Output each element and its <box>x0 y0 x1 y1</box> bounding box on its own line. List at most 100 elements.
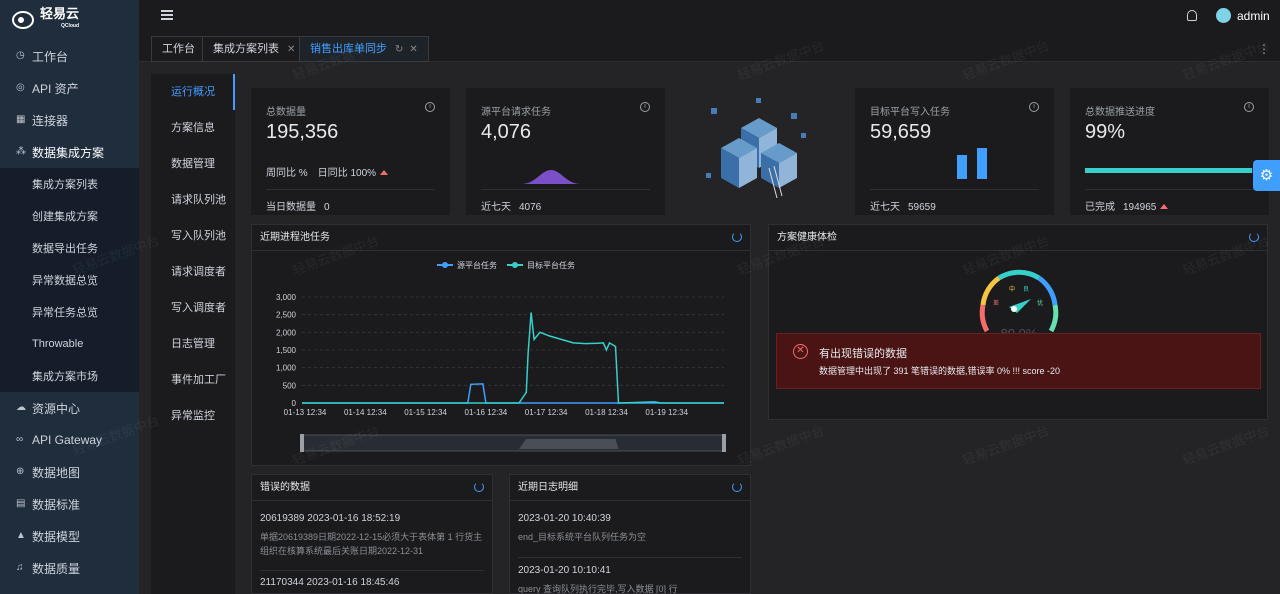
x-tick-label: 01-18 12:34 <box>585 408 628 417</box>
refresh-icon[interactable] <box>732 232 742 242</box>
close-icon[interactable]: ✕ <box>287 44 295 55</box>
info-icon[interactable]: i <box>1244 102 1254 112</box>
sidebar-item-label: API Gateway <box>32 433 103 447</box>
row-title: 2023-01-20 10:40:39 <box>518 513 611 524</box>
stat-value: 4,076 <box>481 121 532 143</box>
y-tick-label: 500 <box>283 381 297 390</box>
list-item[interactable]: 2023-01-20 10:10:41 query 查询队列执行完毕,写入数据 … <box>518 565 742 593</box>
gauge-label: 差 <box>993 299 999 307</box>
sub-nav: 运行概况 方案信息 数据管理 请求队列池 写入队列池 请求调度者 写入调度者 日… <box>151 74 235 594</box>
legend-label: 源平台任务 <box>457 260 497 270</box>
menu-collapse-icon[interactable] <box>161 10 173 20</box>
sidebar-subitem[interactable]: 集成方案列表 <box>0 168 139 200</box>
progress-fill <box>1085 168 1253 173</box>
sidebar-item-connectors[interactable]: ▦ 连接器 <box>0 104 139 136</box>
stat-foot-value: 4076 <box>519 202 542 213</box>
stat-foot: 已完成 194965 <box>1085 198 1169 213</box>
info-icon[interactable]: i <box>640 102 650 112</box>
more-vertical-icon[interactable]: ⋮ <box>1258 42 1270 56</box>
tab-integration-list[interactable]: 集成方案列表 ✕ <box>202 36 307 62</box>
notification-bell-icon[interactable] <box>1187 10 1197 21</box>
zoom-preview <box>519 439 619 449</box>
sidebar-item-resources[interactable]: ☁ 资源中心 <box>0 392 139 424</box>
reload-icon[interactable]: ↻ <box>395 44 403 55</box>
subnav-item[interactable]: 异常监控 <box>151 398 235 434</box>
stat-label: 目标平台写入任务 <box>870 107 950 118</box>
stat-foot: 近七天 4076 <box>481 198 541 213</box>
list-item[interactable]: 21170344 2023-01-16 18:45:46 <box>260 577 484 588</box>
logo[interactable]: 轻易云 QCloud <box>0 0 139 40</box>
sidebar-subitem[interactable]: 集成方案市场 <box>0 360 139 392</box>
y-tick-label: 3,000 <box>276 293 297 302</box>
stat-foot-value: 0 <box>324 202 330 213</box>
subnav-item[interactable]: 写入队列池 <box>151 218 235 254</box>
refresh-icon[interactable] <box>732 482 742 492</box>
error-circle-icon: ✕ <box>793 344 808 359</box>
subnav-item[interactable]: 写入调度者 <box>151 290 235 326</box>
top-bar: admin <box>139 0 1280 32</box>
subnav-item[interactable]: 请求调度者 <box>151 254 235 290</box>
close-icon[interactable]: ✕ <box>409 44 417 55</box>
zoom-handle-right <box>722 434 726 452</box>
subnav-item[interactable]: 运行概况 <box>151 74 235 110</box>
sidebar-item-workbench[interactable]: ◷ 工作台 <box>0 40 139 72</box>
sidebar-item-data-map[interactable]: ⊕ 数据地图 <box>0 456 139 488</box>
sidebar-subitem[interactable]: 异常任务总览 <box>0 296 139 328</box>
refresh-icon[interactable] <box>474 482 484 492</box>
refresh-icon[interactable] <box>1249 232 1259 242</box>
info-icon[interactable]: i <box>1029 102 1039 112</box>
row-title: 21170344 2023-01-16 18:45:46 <box>260 577 400 588</box>
wow-text: 周同比 % <box>266 168 308 179</box>
subnav-item[interactable]: 请求队列池 <box>151 182 235 218</box>
sidebar-item-integration[interactable]: ⁂ 数据集成方案 <box>0 136 139 168</box>
caret-up-icon <box>380 170 389 175</box>
x-tick-label: 01-19 12:34 <box>645 408 688 417</box>
legend-marker <box>512 262 518 268</box>
sidebar-item-api-gateway[interactable]: ∞ API Gateway <box>0 424 139 456</box>
stat-card-progress: 总数据推送进度 i 99% 已完成 194965 <box>1070 88 1269 215</box>
legend-marker <box>442 262 448 268</box>
tab-workbench[interactable]: 工作台 <box>151 36 206 62</box>
grid-icon: ▦ <box>16 114 26 125</box>
doc-icon: ▤ <box>16 498 26 509</box>
sidebar-subitem[interactable]: 创建集成方案 <box>0 200 139 232</box>
tab-sales-sync[interactable]: 销售出库单同步 ↻ ✕ <box>299 36 429 62</box>
stat-foot: 当日数据量 0 <box>266 198 330 213</box>
subnav-item[interactable]: 日志管理 <box>151 326 235 362</box>
progress-track <box>1085 168 1254 173</box>
logo-text: 轻易云 <box>40 6 80 21</box>
sidebar-item-label: 数据地图 <box>32 465 81 480</box>
stat-value: 59,659 <box>870 121 932 143</box>
sidebar-subitem[interactable]: Throwable <box>0 328 139 360</box>
sidebar-item-data-model[interactable]: ▲ 数据模型 <box>0 520 139 552</box>
series-line <box>302 312 724 404</box>
stat-value: 99% <box>1085 121 1126 143</box>
logo-icon <box>12 11 34 29</box>
sidebar-subitem[interactable]: 数据导出任务 <box>0 232 139 264</box>
user-name[interactable]: admin <box>1237 9 1270 23</box>
series-line <box>302 383 724 404</box>
sidebar-item-label: 数据标准 <box>32 497 81 512</box>
stat-card-target: 目标平台写入任务 i 59,659 近七天 59659 <box>855 88 1054 215</box>
subnav-item[interactable]: 数据管理 <box>151 146 235 182</box>
sidebar-item-data-quality[interactable]: ♫ 数据质量 <box>0 552 139 584</box>
sidebar-item-data-standard[interactable]: ▤ 数据标准 <box>0 488 139 520</box>
sidebar-item-label: 数据模型 <box>32 529 81 544</box>
sidebar-subitem[interactable]: 异常数据总览 <box>0 264 139 296</box>
cube-illustration-icon <box>706 98 806 199</box>
settings-gear-icon[interactable]: ⚙ <box>1253 160 1280 191</box>
subnav-item[interactable]: 方案信息 <box>151 110 235 146</box>
recent-tasks-panel: 近期进程池任务 源平台任务 目标平台任务 0 500 1,000 1,500 2,000 2,… <box>251 224 751 466</box>
list-item[interactable]: 20619389 2023-01-16 18:52:19 单据20619389日… <box>260 513 484 558</box>
mini-bar <box>977 148 987 179</box>
share-icon: ⁂ <box>16 146 26 157</box>
error-data-panel: 错误的数据 20619389 2023-01-16 18:52:19 单据206… <box>251 474 493 594</box>
sidebar-item-api-assets[interactable]: ◎ API 资产 <box>0 72 139 104</box>
list-item[interactable]: 2023-01-20 10:40:39 end_目标系统平台队列任务为空 <box>518 513 742 544</box>
avatar[interactable] <box>1216 8 1231 23</box>
row-desc: 单据20619389日期2022-12-15必须大于表体第 1 行货主组织在核算… <box>260 532 483 556</box>
info-icon[interactable]: i <box>425 102 435 112</box>
y-tick-label: 0 <box>292 399 297 408</box>
mini-bar <box>957 155 967 179</box>
subnav-item[interactable]: 事件加工厂 <box>151 362 235 398</box>
